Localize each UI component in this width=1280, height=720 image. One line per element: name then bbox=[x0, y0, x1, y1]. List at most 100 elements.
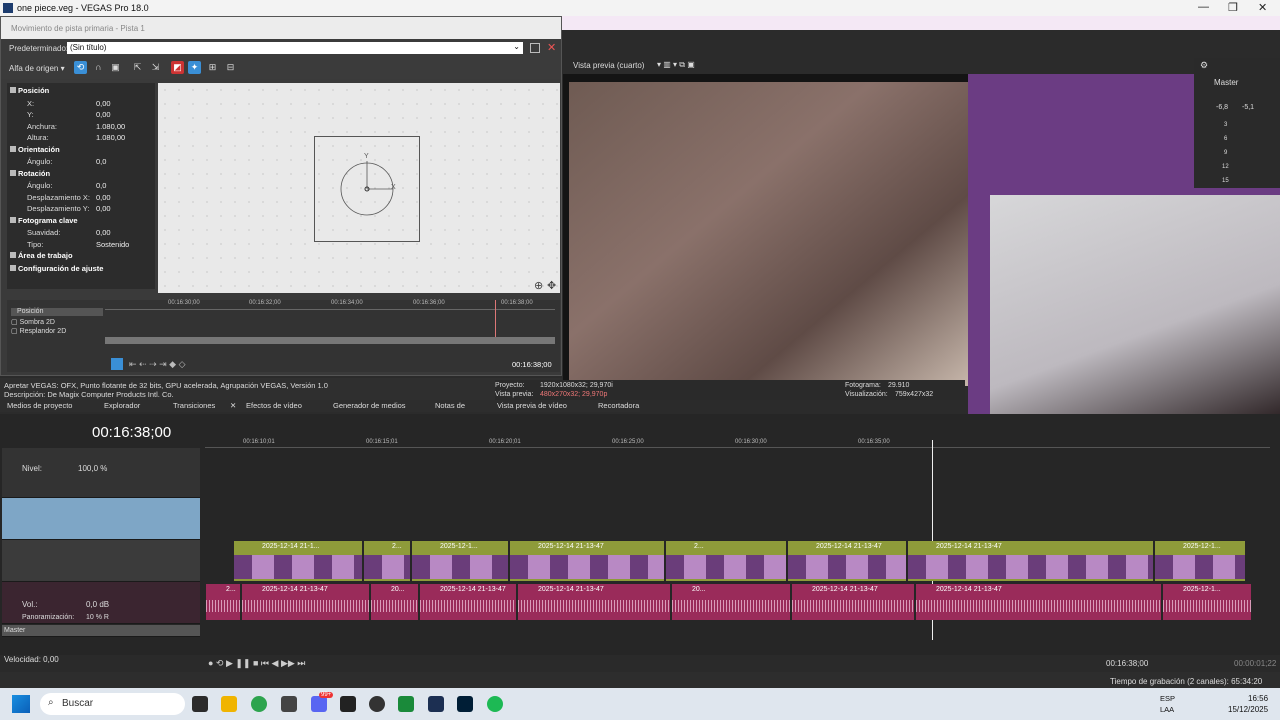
audio-clip[interactable]: 2... bbox=[206, 584, 240, 620]
track-header-audio[interactable]: Vol.: 0,0 dB Panoramización: 10 % R bbox=[2, 582, 200, 624]
video-clip[interactable]: 2025-12-14 21-13-47 bbox=[908, 541, 1153, 581]
move-icon[interactable]: ✥ bbox=[547, 279, 556, 292]
track-header-3[interactable] bbox=[2, 540, 200, 582]
save-preset-icon[interactable] bbox=[530, 43, 540, 53]
property-row[interactable]: Tipo: Sostenido bbox=[7, 239, 155, 250]
close-button[interactable]: ✕ bbox=[1258, 1, 1267, 14]
snap-icon[interactable]: ✦ bbox=[188, 61, 201, 74]
taskbar-search[interactable]: ⌕ Buscar bbox=[40, 693, 185, 715]
property-value[interactable]: 0,00 bbox=[96, 99, 111, 108]
property-row[interactable]: Desplazamiento X: 0,00 bbox=[7, 192, 155, 203]
property-value[interactable]: 0,0 bbox=[96, 157, 106, 166]
close-icon[interactable]: ✕ bbox=[230, 401, 236, 410]
frame-box[interactable]: Y X bbox=[314, 136, 420, 242]
property-row[interactable]: Ángulo: 0,0 bbox=[7, 180, 155, 191]
maximize-button[interactable]: ❐ bbox=[1228, 1, 1238, 14]
property-value[interactable]: 1.080,00 bbox=[96, 133, 125, 142]
audio-clip[interactable]: 2025-12-14 21-13-47 bbox=[242, 584, 369, 620]
keyframe-track-position[interactable]: Posición bbox=[11, 308, 103, 316]
video-clip[interactable]: 2025-12-14 21-13-47 bbox=[788, 541, 906, 581]
timeline-ruler[interactable]: 00:16:10;01 00:16:15;01 00:16:20;01 00:1… bbox=[205, 438, 1270, 448]
lock-y-icon[interactable]: ⊟ bbox=[224, 61, 237, 74]
obs-icon[interactable] bbox=[281, 696, 297, 712]
alpha-source-dropdown[interactable]: Alfa de origen ▾ bbox=[9, 64, 65, 73]
start-windows-icon[interactable] bbox=[12, 695, 30, 713]
expand-icon[interactable]: ⇱ bbox=[131, 61, 144, 74]
transport-controls[interactable]: ● ⟲ ▶ ❚❚ ■ ⏮ ◀ ▶▶ ⏭ bbox=[208, 658, 305, 669]
audio-clip[interactable]: 20... bbox=[672, 584, 790, 620]
collapse-icon[interactable]: ⇲ bbox=[149, 61, 162, 74]
property-section[interactable]: Configuración de ajuste bbox=[7, 263, 155, 274]
chrome-icon[interactable] bbox=[251, 696, 267, 712]
keyframe-track-shadow[interactable]: ▢ Sombra 2D bbox=[11, 318, 55, 326]
video-clip[interactable]: 2... bbox=[666, 541, 786, 581]
clock-date[interactable]: 15/12/2025 bbox=[1228, 705, 1268, 714]
property-row[interactable]: Ángulo: 0,0 bbox=[7, 156, 155, 167]
property-value[interactable]: 0,00 bbox=[96, 204, 111, 213]
tab-trimmer[interactable]: Recortadora bbox=[598, 401, 639, 410]
delete-preset-icon[interactable]: ✕ bbox=[547, 41, 556, 54]
property-section[interactable]: Posición bbox=[7, 85, 155, 96]
audio-clip[interactable]: 20... bbox=[371, 584, 418, 620]
audio-clip[interactable]: 2025-12-1... bbox=[1163, 584, 1251, 620]
lang-2[interactable]: LAA bbox=[1160, 705, 1174, 714]
property-section[interactable]: Área de trabajo bbox=[7, 250, 155, 261]
tab-media-generator[interactable]: Generador de medios bbox=[333, 401, 406, 410]
audio-clip[interactable]: 2025-12-14 21-13-47 bbox=[518, 584, 670, 620]
clock-time[interactable]: 16:56 bbox=[1248, 694, 1268, 703]
magnet-icon[interactable]: ∩ bbox=[92, 61, 105, 74]
edit-mode-icon[interactable]: ◩ bbox=[171, 61, 184, 74]
settings-icon[interactable]: ⚙ bbox=[1200, 60, 1208, 71]
lock-x-icon[interactable]: ⊞ bbox=[206, 61, 219, 74]
loop-icon[interactable]: ⟲ bbox=[74, 61, 87, 74]
property-row[interactable]: Anchura: 1.080,00 bbox=[7, 121, 155, 132]
master-track-header[interactable]: Master bbox=[2, 625, 200, 637]
property-row[interactable]: Altura: 1.080,00 bbox=[7, 132, 155, 143]
xbox-icon[interactable] bbox=[398, 696, 414, 712]
tab-video-preview[interactable]: Vista previa de vídeo bbox=[497, 401, 567, 410]
property-row[interactable]: Suavidad: 0,00 bbox=[7, 227, 155, 238]
sync-cursor-icon[interactable] bbox=[111, 358, 123, 370]
preview-quality-dropdown[interactable]: Vista previa (cuarto) bbox=[573, 61, 644, 70]
track-header-2[interactable] bbox=[2, 498, 200, 540]
property-value[interactable]: 0,00 bbox=[96, 228, 111, 237]
property-row[interactable]: Desplazamiento Y: 0,00 bbox=[7, 203, 155, 214]
property-section[interactable]: Orientación bbox=[7, 144, 155, 155]
video-clip[interactable]: 2025-12-14 21-1... bbox=[234, 541, 362, 581]
video-preview[interactable] bbox=[563, 74, 993, 386]
photoshop-icon[interactable] bbox=[457, 696, 473, 712]
tab-notes[interactable]: Notas de bbox=[435, 401, 465, 410]
steam-icon[interactable] bbox=[369, 696, 385, 712]
track-header-1[interactable]: Nivel: 100,0 % bbox=[2, 448, 200, 498]
minimize-button[interactable]: — bbox=[1198, 1, 1209, 13]
audio-clip[interactable]: 2025-12-14 21-13-47 bbox=[420, 584, 516, 620]
video-clip[interactable]: 2... bbox=[364, 541, 410, 581]
audio-clip[interactable]: 2025-12-14 21-13-47 bbox=[916, 584, 1161, 620]
tab-project-media[interactable]: Medios de proyecto bbox=[7, 401, 72, 410]
layers-icon[interactable]: ▣ bbox=[109, 61, 122, 74]
discord-icon[interactable] bbox=[311, 696, 327, 712]
property-row[interactable]: Y: 0,00 bbox=[7, 109, 155, 120]
property-value[interactable]: 0,00 bbox=[96, 193, 111, 202]
video-clip[interactable]: 2025-12-14 21-13-47 bbox=[510, 541, 664, 581]
property-section[interactable]: Rotación bbox=[7, 168, 155, 179]
audio-clip[interactable]: 2025-12-14 21-13-47 bbox=[792, 584, 914, 620]
file-explorer-icon[interactable] bbox=[221, 696, 237, 712]
tab-explorer[interactable]: Explorador bbox=[104, 401, 140, 410]
kf-scrollbar[interactable] bbox=[105, 337, 555, 344]
kf-nav-icons[interactable]: ⇤ ⇠ ⇢ ⇥ ◆ ◇ bbox=[129, 359, 186, 370]
property-value[interactable]: 0,0 bbox=[96, 181, 106, 190]
keyframe-ruler[interactable]: 00:16:30;00 00:16:32;00 00:16:34;00 00:1… bbox=[105, 300, 555, 310]
video-clip[interactable]: 2025-12-1... bbox=[412, 541, 508, 581]
lang-1[interactable]: ESP bbox=[1160, 694, 1175, 703]
property-value[interactable]: 1.080,00 bbox=[96, 122, 125, 131]
video-clip[interactable]: 2025-12-1... bbox=[1155, 541, 1245, 581]
keyframe-track-glow[interactable]: ▢ Resplandor 2D bbox=[11, 327, 66, 335]
property-section[interactable]: Fotograma clave bbox=[7, 215, 155, 226]
spotify-icon[interactable] bbox=[487, 696, 503, 712]
app-icon[interactable] bbox=[340, 696, 356, 712]
tab-transitions[interactable]: Transiciones bbox=[173, 401, 215, 410]
property-value[interactable]: 0,00 bbox=[96, 110, 111, 119]
preset-dropdown[interactable]: (Sin título) ⌄ bbox=[67, 42, 523, 54]
tab-video-fx[interactable]: Efectos de vídeo bbox=[246, 401, 302, 410]
